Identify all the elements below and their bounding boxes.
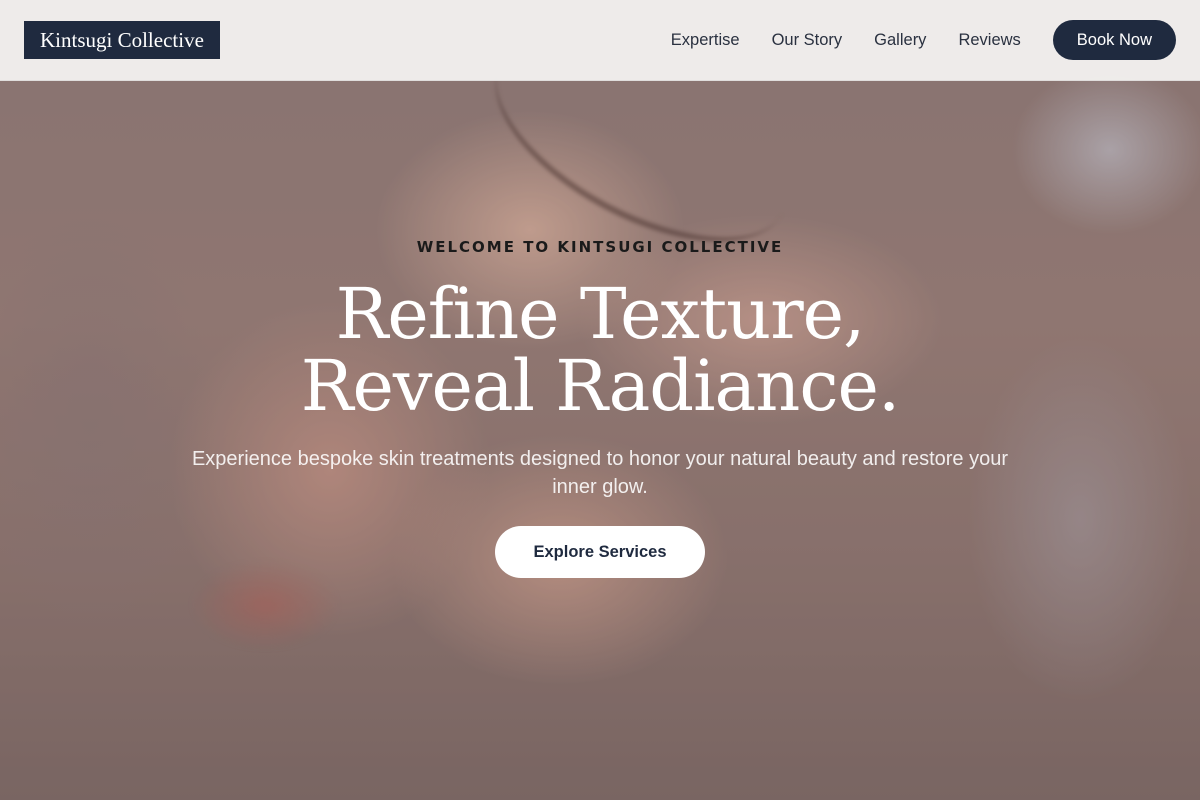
hero-headline: Refine Texture, Reveal Radiance. [0,278,1200,422]
explore-services-button[interactable]: Explore Services [495,526,705,578]
hero-eyebrow: WELCOME TO KINTSUGI COLLECTIVE [416,238,784,256]
hero-subtext: Experience bespoke skin treatments desig… [191,448,1009,498]
hero-headline-line2: Reveal Radiance. [300,345,900,427]
hero-section: WELCOME TO KINTSUGI COLLECTIVE Refine Te… [0,0,1200,800]
hero-headline-line1: Refine Texture, [335,273,866,355]
